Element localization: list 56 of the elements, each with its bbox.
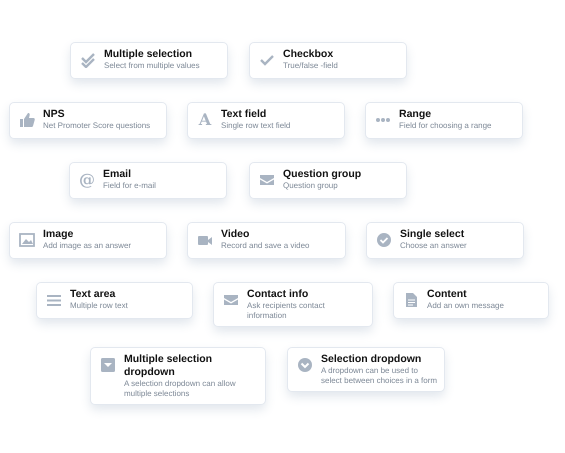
card-description: Single row text field bbox=[221, 121, 290, 131]
field-type-card[interactable]: Multiple selection Select from multiple values bbox=[70, 42, 228, 79]
card-description: Ask recipients contact information bbox=[247, 301, 326, 321]
card-description: Multiple row text bbox=[70, 301, 128, 311]
field-type-card[interactable]: Video Record and save a video bbox=[187, 222, 346, 259]
field-type-card[interactable]: Checkbox True/false -field bbox=[249, 42, 407, 79]
field-type-card[interactable]: Range Field for choosing a range bbox=[365, 102, 523, 139]
field-type-card[interactable]: Selection dropdown A dropdown can be used to select between choices in a form bbox=[287, 347, 445, 392]
double-check-icon bbox=[80, 52, 96, 68]
card-title: Single select bbox=[400, 228, 466, 241]
field-type-card[interactable]: Question group Question group bbox=[249, 162, 407, 199]
card-title: Multiple selection dropdown bbox=[124, 353, 214, 379]
card-description: Net Promoter Score questions bbox=[43, 121, 150, 131]
dropdown-box-icon bbox=[100, 357, 116, 373]
envelope-icon bbox=[259, 172, 275, 188]
card-description: Add image as an answer bbox=[43, 241, 132, 251]
chevron-circle-icon bbox=[297, 357, 313, 373]
card-description: A selection dropdown can allow multiple selections bbox=[124, 379, 237, 399]
card-description: True/false -field bbox=[283, 61, 338, 71]
field-type-card[interactable]: Contact info Ask recipients contact information bbox=[213, 282, 373, 327]
card-description: A dropdown can be used to select between choices in a form bbox=[321, 366, 438, 386]
card-title: Video bbox=[221, 228, 250, 241]
card-title: Range bbox=[399, 108, 432, 121]
field-type-card[interactable]: Text area Multiple row text bbox=[36, 282, 193, 319]
card-description: Field for choosing a range bbox=[399, 121, 492, 131]
lines-icon bbox=[46, 292, 62, 308]
card-title: Selection dropdown bbox=[321, 353, 422, 366]
card-title: Checkbox bbox=[283, 48, 334, 61]
field-type-card[interactable]: Single select Choose an answer bbox=[366, 222, 524, 259]
image-icon bbox=[19, 232, 35, 248]
card-title: Text area bbox=[70, 288, 116, 301]
card-title: NPS bbox=[43, 108, 66, 121]
card-title: Email bbox=[103, 168, 132, 181]
check-icon bbox=[259, 52, 275, 68]
card-title: Text field bbox=[221, 108, 268, 121]
card-description: Select from multiple values bbox=[104, 61, 200, 71]
card-description: Record and save a video bbox=[221, 241, 310, 251]
field-type-card[interactable]: NPS Net Promoter Score questions bbox=[9, 102, 167, 139]
card-description: Add an own message bbox=[427, 301, 504, 311]
document-icon bbox=[403, 292, 419, 308]
card-description: Field for e-mail bbox=[103, 181, 156, 191]
check-circle-icon bbox=[376, 232, 392, 248]
card-title: Contact info bbox=[247, 288, 310, 301]
card-title: Image bbox=[43, 228, 74, 241]
envelope-icon bbox=[223, 292, 239, 308]
field-type-card[interactable]: Content Add an own message bbox=[393, 282, 549, 319]
card-title: Question group bbox=[283, 168, 362, 181]
thumbs-up-icon bbox=[19, 112, 35, 128]
field-type-card[interactable]: Image Add image as an answer bbox=[9, 222, 167, 259]
card-title: Content bbox=[427, 288, 468, 301]
glyph-icon: @ bbox=[79, 171, 95, 189]
card-description: Question group bbox=[283, 181, 339, 191]
card-description: Choose an answer bbox=[400, 241, 467, 251]
card-title: Multiple selection bbox=[104, 48, 194, 61]
field-type-card[interactable]: Multiple selection dropdown A selection dropdown can allow multiple selections bbox=[90, 347, 266, 405]
glyph-icon: A bbox=[197, 111, 213, 129]
